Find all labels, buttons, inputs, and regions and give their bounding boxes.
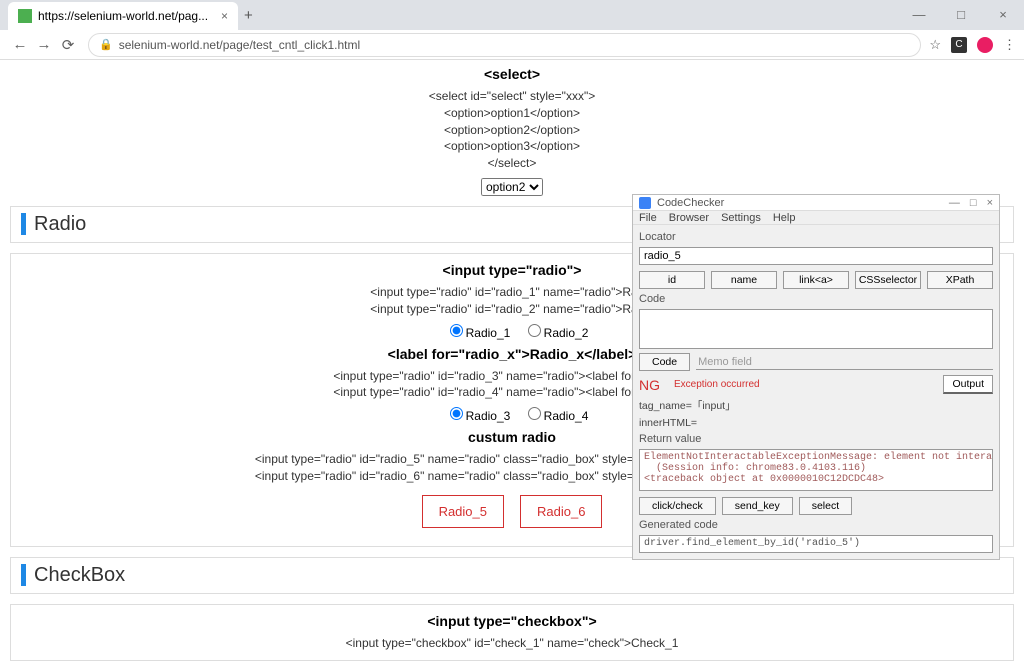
close-icon[interactable]: ×	[987, 197, 993, 209]
menu-settings[interactable]: Settings	[721, 212, 761, 224]
close-icon[interactable]: ×	[221, 9, 228, 23]
menu-file[interactable]: File	[639, 212, 657, 224]
code-textarea[interactable]	[639, 309, 993, 349]
sendkey-button[interactable]: send_key	[722, 497, 793, 515]
browser-toolbar: ← → ⟳ 🔒 selenium-world.net/page/test_cnt…	[0, 30, 1024, 60]
name-button[interactable]: name	[711, 271, 777, 289]
linka-button[interactable]: link<a>	[783, 271, 849, 289]
radio-2[interactable]	[528, 324, 541, 337]
menu-help[interactable]: Help	[773, 212, 796, 224]
radio-4-label: Radio_4	[544, 409, 589, 423]
status-exception: Exception occurred	[674, 379, 760, 390]
address-bar[interactable]: 🔒 selenium-world.net/page/test_cntl_clic…	[88, 33, 921, 57]
output-button[interactable]: Output	[943, 375, 993, 394]
locator-label: Locator	[639, 231, 993, 243]
radio-1[interactable]	[450, 324, 463, 337]
extension-icon[interactable]: C	[951, 37, 967, 53]
radio-2-label: Radio_2	[544, 326, 589, 340]
codechecker-window[interactable]: CodeChecker — □ × File Browser Settings …	[632, 194, 1000, 560]
radio-5-button[interactable]: Radio_5	[422, 495, 504, 528]
back-button[interactable]: ←	[8, 36, 32, 53]
app-icon	[639, 197, 651, 209]
code-button[interactable]: Code	[639, 353, 690, 371]
cssselector-button[interactable]: CSSselector	[855, 271, 921, 289]
id-button[interactable]: id	[639, 271, 705, 289]
titlebar[interactable]: CodeChecker — □ ×	[633, 195, 999, 211]
radio-3[interactable]	[450, 407, 463, 420]
menubar: File Browser Settings Help	[633, 211, 999, 225]
minimize-icon[interactable]: —	[898, 0, 940, 30]
menu-browser[interactable]: Browser	[669, 212, 709, 224]
status-ng: NG	[639, 377, 660, 393]
lock-icon: 🔒	[99, 38, 113, 51]
reload-button[interactable]: ⟳	[56, 36, 80, 54]
generated-code-box: driver.find_element_by_id('radio_5')	[639, 535, 993, 553]
forward-button[interactable]: →	[32, 36, 56, 53]
select-dropdown[interactable]: option1 option2 option3	[481, 178, 543, 196]
browser-tab-strip: https://selenium-world.net/pag... × + — …	[0, 0, 1024, 30]
return-value-box: ElementNotInteractableExceptionMessage: …	[639, 449, 993, 491]
memo-field[interactable]: Memo field	[696, 355, 993, 370]
return-label: Return value	[639, 433, 993, 445]
radio-3-label: Radio_3	[466, 409, 511, 423]
new-tab-button[interactable]: +	[244, 7, 253, 24]
select-code: <select id="select" style="xxx"> <option…	[10, 88, 1014, 172]
generated-label: Generated code	[639, 519, 993, 531]
checkbox-heading: CheckBox	[10, 557, 1014, 594]
xpath-button[interactable]: XPath	[927, 271, 993, 289]
radio-1-label: Radio_1	[466, 326, 511, 340]
extension2-icon[interactable]	[977, 37, 993, 53]
checkbox-section: <input type="checkbox"> <input type="che…	[10, 604, 1014, 661]
maximize-icon[interactable]: □	[940, 0, 982, 30]
minimize-icon[interactable]: —	[949, 197, 960, 209]
favicon-icon	[18, 9, 32, 23]
innerhtml-text: innerHTML=	[639, 417, 993, 429]
browser-tab[interactable]: https://selenium-world.net/pag... ×	[8, 2, 238, 30]
close-window-icon[interactable]: ×	[982, 0, 1024, 30]
menu-icon[interactable]: ⋮	[1003, 37, 1016, 53]
clickcheck-button[interactable]: click/check	[639, 497, 716, 515]
window-title: CodeChecker	[657, 197, 724, 209]
code-label: Code	[639, 293, 993, 305]
maximize-icon[interactable]: □	[970, 197, 977, 209]
radio-4[interactable]	[528, 407, 541, 420]
tagname-text: tag_name=「input」	[639, 398, 993, 413]
select-button[interactable]: select	[799, 497, 852, 515]
locator-input[interactable]	[639, 247, 993, 265]
radio-6-button[interactable]: Radio_6	[520, 495, 602, 528]
window-controls: — □ ×	[898, 0, 1024, 30]
select-heading: <select>	[484, 66, 540, 82]
url-text: selenium-world.net/page/test_cntl_click1…	[119, 38, 360, 52]
tab-title: https://selenium-world.net/pag...	[38, 9, 208, 23]
bookmark-icon[interactable]: ☆	[929, 37, 941, 53]
